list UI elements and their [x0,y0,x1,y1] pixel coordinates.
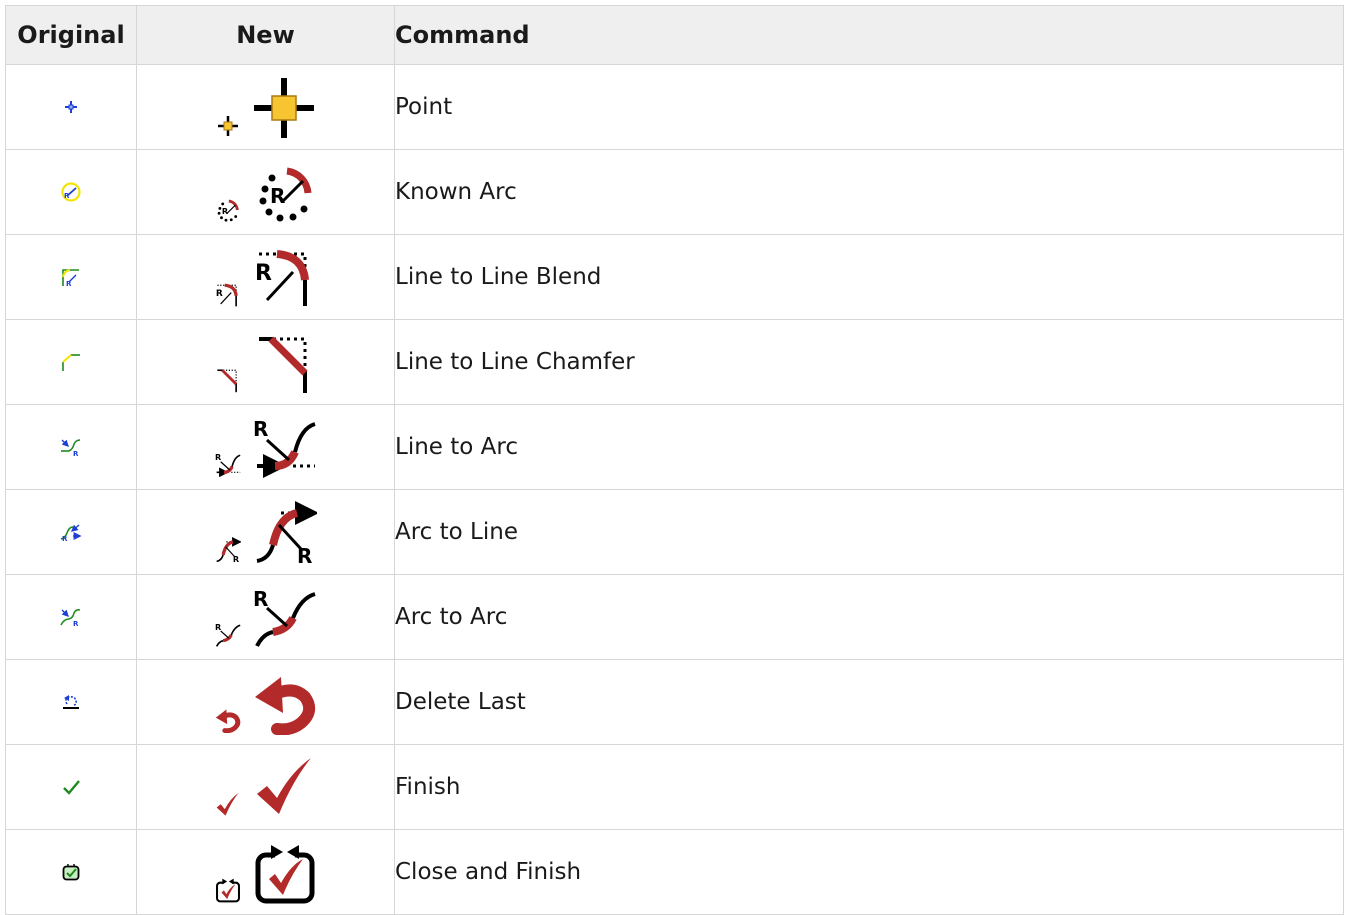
svg-text:R: R [64,192,70,200]
finish-icon-original [63,780,80,795]
finish-icon [256,758,311,814]
arc-to-arc-icon: R [253,587,316,647]
command-label: Line to Line Chamfer [394,319,1344,405]
original-cell [5,659,137,745]
new-cell: R R [136,149,395,235]
new-cell: R R [136,234,395,320]
point-icon [253,78,314,138]
header-row: Original New Command [5,5,1344,65]
delete-last-icon [254,677,315,735]
new-cell: R R [136,489,395,575]
original-cell [5,319,137,405]
close-and-finish-icon [255,845,314,904]
svg-text:R: R [253,587,268,611]
command-label: Line to Arc [394,404,1344,490]
line-to-arc-icon-original: R [61,439,81,457]
table-row: R R R Line to Line Blend [5,234,1344,320]
table-row: R R R Known Arc [5,149,1344,235]
command-label: Arc to Arc [394,574,1344,660]
line-to-line-blend-icon-original: R [62,269,79,287]
original-cell: R [5,149,137,235]
known-arc-icon-small: R [217,199,239,222]
table-row: R R R [5,404,1344,490]
finish-icon-small [216,792,239,816]
new-cell [136,319,395,405]
original-cell [5,829,137,915]
arc-to-line-icon: R [256,501,317,565]
line-to-arc-icon-small: R [215,452,240,478]
command-icon-table: Original New Command Point R R R Known A… [5,5,1344,915]
svg-text:R: R [73,620,79,627]
known-arc-icon: R [259,167,311,222]
command-label: Delete Last [394,659,1344,745]
new-cell [136,659,395,745]
svg-text:R: R [221,206,228,216]
close-and-finish-icon-small [215,878,240,903]
command-label: Close and Finish [394,829,1344,915]
known-arc-icon-original: R [61,182,81,202]
command-label: Known Arc [394,149,1344,235]
table-row: Close and Finish [5,829,1344,915]
arc-to-line-icon-small: R [215,537,241,563]
arc-to-line-icon-original: R [60,524,82,542]
svg-text:R: R [215,622,222,632]
svg-text:R: R [66,280,72,287]
original-cell: R [5,234,137,320]
svg-text:R: R [62,535,68,542]
original-cell [5,64,137,150]
new-cell [136,829,395,915]
original-cell: R [5,574,137,660]
svg-text:R: R [73,450,79,457]
table-row: R R R [5,489,1344,575]
command-label: Point [394,64,1344,150]
new-cell [136,64,395,150]
line-to-line-chamfer-icon-small [216,369,237,393]
table-row: R R R Arc to Arc [5,574,1344,660]
original-cell: R [5,404,137,490]
line-to-line-chamfer-icon-original [62,354,80,371]
delete-last-icon-original [63,695,79,709]
line-to-line-chamfer-icon [258,336,307,393]
table-row: Line to Line Chamfer [5,319,1344,405]
svg-text:R: R [253,417,268,441]
original-cell: R [5,489,137,575]
header-new: New [136,5,395,65]
new-cell: R R [136,404,395,490]
point-icon-original [65,101,77,113]
line-to-line-blend-icon: R [255,250,309,306]
svg-text:R: R [215,452,222,462]
svg-text:R: R [255,261,272,286]
header-command: Command [394,5,1344,65]
delete-last-icon-small [215,709,240,733]
arc-to-arc-icon-small: R [215,622,240,647]
command-label: Arc to Line [394,489,1344,575]
svg-text:R: R [232,554,239,563]
command-label: Finish [394,744,1344,830]
svg-text:R: R [270,184,285,208]
new-cell: R R [136,574,395,660]
line-to-line-blend-icon-small: R [215,283,238,307]
new-cell [136,744,395,830]
command-label: Line to Line Blend [394,234,1344,320]
original-cell [5,744,137,830]
table-row: Point [5,64,1344,150]
close-and-finish-icon-original [62,864,80,881]
line-to-arc-icon: R [253,417,316,478]
point-icon-small [217,116,238,136]
svg-text:R: R [215,289,222,299]
table-row: Delete Last [5,659,1344,745]
header-original: Original [5,5,137,65]
arc-to-arc-icon-original: R [60,609,81,627]
svg-text:R: R [297,544,312,565]
table-row: Finish [5,744,1344,830]
